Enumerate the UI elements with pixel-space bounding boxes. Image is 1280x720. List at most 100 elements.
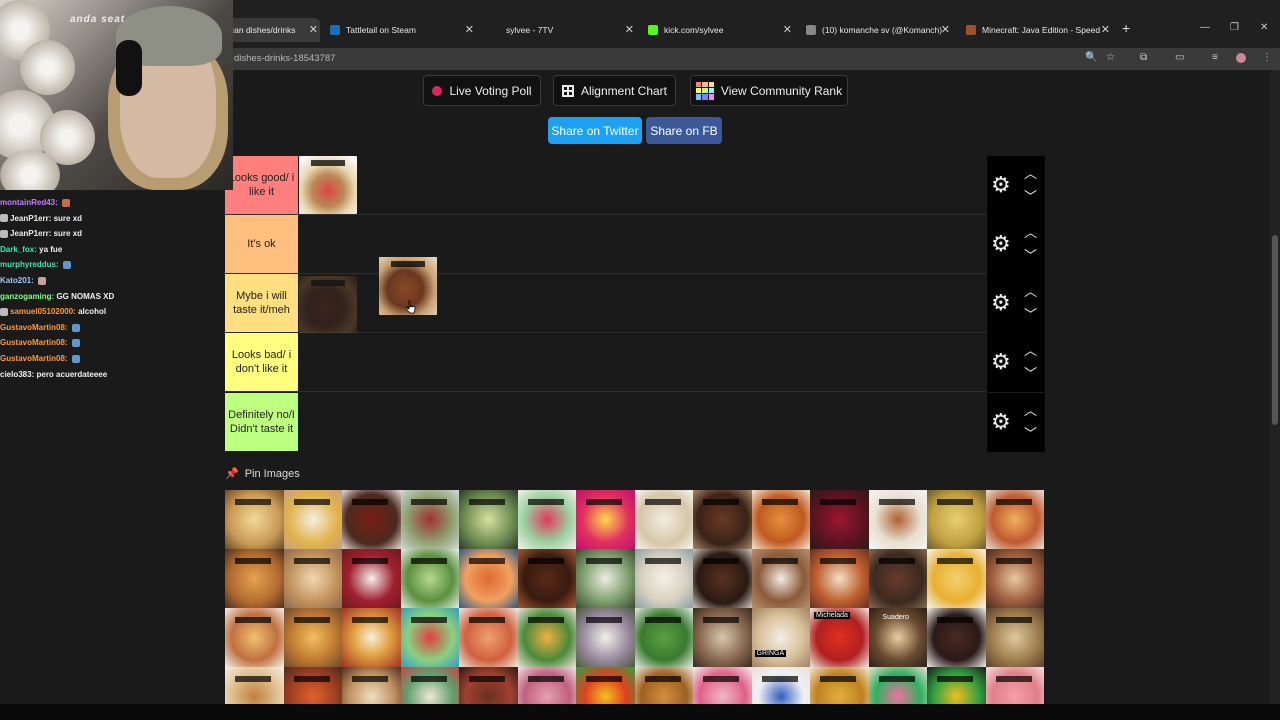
- gallery-item[interactable]: [868, 549, 927, 608]
- chevron-down-icon[interactable]: ﹀: [1024, 186, 1037, 205]
- gallery-item[interactable]: [634, 490, 693, 549]
- close-tab-icon[interactable]: ✕: [941, 23, 950, 36]
- gallery-item[interactable]: [634, 608, 693, 667]
- gallery-item[interactable]: [283, 549, 342, 608]
- share-twitter-button[interactable]: Share on Twitter: [548, 117, 642, 144]
- gallery-item[interactable]: [517, 549, 576, 608]
- gallery-item[interactable]: [693, 490, 752, 549]
- tab-x[interactable]: (10) komanche sv (@Komanch) ✕: [806, 18, 952, 42]
- gallery-item[interactable]: [868, 667, 927, 704]
- gallery-item[interactable]: [517, 608, 576, 667]
- url-text[interactable]: dishes-drinks-18543787: [234, 53, 335, 64]
- gallery-item[interactable]: [342, 549, 401, 608]
- gallery-item[interactable]: [868, 490, 927, 549]
- chevron-up-icon[interactable]: ︿: [1024, 281, 1037, 300]
- gallery-item[interactable]: [225, 608, 284, 667]
- gallery-item[interactable]: [810, 549, 869, 608]
- cast-icon[interactable]: ▭: [1175, 52, 1184, 63]
- zoom-icon[interactable]: 🔍: [1085, 52, 1097, 63]
- gallery-item[interactable]: [927, 549, 986, 608]
- restore-icon[interactable]: ❐: [1230, 22, 1239, 33]
- minimize-icon[interactable]: —: [1200, 22, 1210, 33]
- gear-icon[interactable]: ⚙: [991, 351, 1011, 373]
- close-tab-icon[interactable]: ✕: [1101, 23, 1110, 36]
- gallery-item[interactable]: [400, 667, 459, 704]
- tab-speedrun[interactable]: Minecraft: Java Edition - Speed ✕: [966, 18, 1112, 42]
- close-tab-icon[interactable]: ✕: [465, 23, 474, 36]
- tab-7tv[interactable]: sylvee - 7TV ✕: [490, 18, 636, 42]
- menu-kebab-icon[interactable]: ⋮: [1262, 52, 1272, 63]
- gallery-item[interactable]: [459, 549, 518, 608]
- chevron-down-icon[interactable]: ﹀: [1024, 423, 1037, 442]
- close-window-icon[interactable]: ✕: [1260, 22, 1268, 33]
- gallery-item[interactable]: [459, 490, 518, 549]
- tier-label[interactable]: Looks good/ i like it: [225, 156, 298, 214]
- gallery-item[interactable]: [693, 608, 752, 667]
- gallery-item[interactable]: [283, 608, 342, 667]
- gallery-item[interactable]: [634, 667, 693, 704]
- close-tab-icon[interactable]: ✕: [625, 23, 634, 36]
- live-voting-poll-button[interactable]: Live Voting Poll: [423, 75, 541, 106]
- gallery-item[interactable]: [751, 490, 810, 549]
- gallery-item[interactable]: [985, 667, 1044, 704]
- tier-label[interactable]: Looks bad/ i don't like it: [225, 333, 298, 391]
- view-community-rank-button[interactable]: View Community Rank: [690, 75, 848, 106]
- gallery-item[interactable]: [693, 667, 752, 704]
- gallery-item[interactable]: GRINGA: [751, 608, 810, 667]
- gallery-item[interactable]: [810, 490, 869, 549]
- extensions-icon[interactable]: ⧉: [1140, 52, 1147, 63]
- gallery-item[interactable]: [576, 549, 635, 608]
- gallery-item[interactable]: [400, 490, 459, 549]
- tier-label[interactable]: It's ok: [225, 215, 298, 273]
- gallery-item[interactable]: [225, 549, 284, 608]
- close-tab-icon[interactable]: ✕: [309, 23, 318, 36]
- tier-label[interactable]: Mybe i will taste it/meh: [225, 274, 298, 332]
- tab-kick[interactable]: kick.com/sylvee ✕: [648, 18, 794, 42]
- gallery-item[interactable]: [517, 490, 576, 549]
- gallery-item[interactable]: [576, 490, 635, 549]
- gallery-item[interactable]: [751, 549, 810, 608]
- gear-icon[interactable]: ⚙: [991, 233, 1011, 255]
- gallery-item[interactable]: [517, 667, 576, 704]
- tacos-image[interactable]: [299, 156, 357, 214]
- share-fb-button[interactable]: Share on FB: [646, 117, 722, 144]
- gallery-item[interactable]: [283, 667, 342, 704]
- gallery-item[interactable]: [927, 667, 986, 704]
- gallery-item[interactable]: [459, 608, 518, 667]
- gallery-item[interactable]: [342, 608, 401, 667]
- gallery-item[interactable]: [400, 608, 459, 667]
- gallery-item[interactable]: [634, 549, 693, 608]
- chevron-up-icon[interactable]: ︿: [1024, 222, 1037, 241]
- gallery-item[interactable]: [400, 549, 459, 608]
- gallery-item[interactable]: [225, 667, 284, 704]
- tab-tiermaker[interactable]: ican dishes/drinks ✕: [228, 18, 320, 42]
- page-scrollbar[interactable]: [1270, 70, 1280, 704]
- tab-steam[interactable]: Tattletail on Steam ✕: [330, 18, 476, 42]
- gallery-item[interactable]: [283, 490, 342, 549]
- gallery-item[interactable]: [927, 608, 986, 667]
- gallery-item[interactable]: [985, 549, 1044, 608]
- gear-icon[interactable]: ⚙: [991, 411, 1011, 433]
- chevron-down-icon[interactable]: ﹀: [1024, 304, 1037, 323]
- gallery-item[interactable]: [693, 549, 752, 608]
- new-tab-icon[interactable]: +: [1122, 20, 1130, 36]
- chevron-up-icon[interactable]: ︿: [1024, 400, 1037, 419]
- gear-icon[interactable]: ⚙: [991, 174, 1011, 196]
- alignment-chart-button[interactable]: Alignment Chart: [553, 75, 676, 106]
- gallery-item[interactable]: [342, 490, 401, 549]
- close-tab-icon[interactable]: ✕: [783, 23, 792, 36]
- tier-label[interactable]: Definitely no/I Didn't taste it: [225, 393, 298, 451]
- bookmark-star-icon[interactable]: ☆: [1106, 52, 1115, 63]
- gallery-item[interactable]: Suadero: [868, 608, 927, 667]
- scroll-thumb[interactable]: [1272, 235, 1278, 425]
- gallery-item[interactable]: [810, 667, 869, 704]
- profile-avatar[interactable]: [1236, 53, 1246, 63]
- gallery-item[interactable]: [985, 608, 1044, 667]
- gallery-item[interactable]: [576, 608, 635, 667]
- gallery-item[interactable]: Michelada: [810, 608, 869, 667]
- gear-icon[interactable]: ⚙: [991, 292, 1011, 314]
- pin-images-toggle[interactable]: 📌 Pin Images: [225, 467, 300, 481]
- media-icon[interactable]: ≡: [1212, 52, 1218, 63]
- chevron-down-icon[interactable]: ﹀: [1024, 363, 1037, 382]
- gallery-item[interactable]: [985, 490, 1044, 549]
